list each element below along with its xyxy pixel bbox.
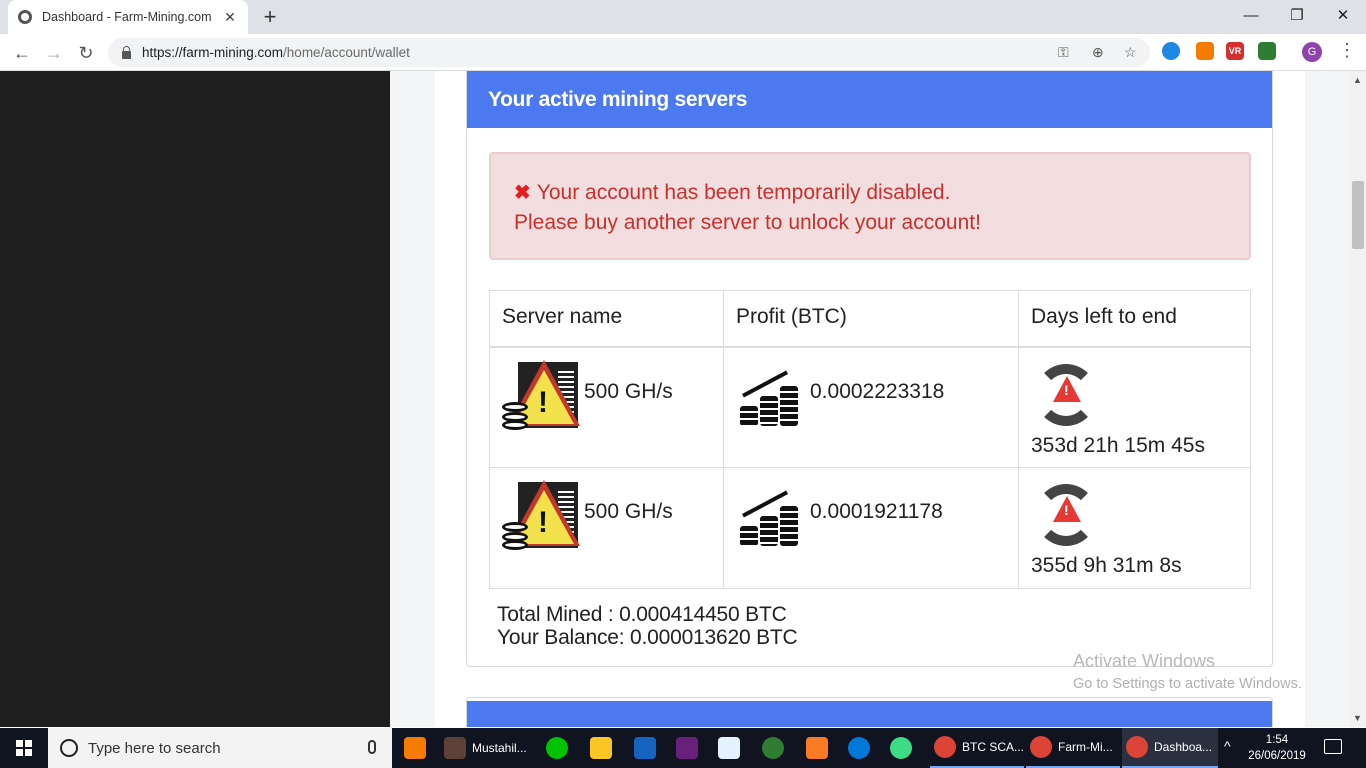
- profit-coins-icon: [736, 368, 798, 426]
- taskbar-item-mustahil[interactable]: Mustahil...: [444, 728, 527, 768]
- edge-taskbar-icon[interactable]: [848, 728, 876, 768]
- sidebar-dark-area: [0, 71, 390, 727]
- error-x-icon: ✖: [514, 182, 531, 204]
- profit-cell: 0.0001921178: [723, 467, 1019, 589]
- reload-icon[interactable]: ↻: [74, 41, 98, 65]
- activate-windows-title: Activate Windows: [1073, 651, 1216, 671]
- page-viewport: Your active mining servers ✖ Your account…: [0, 71, 1350, 727]
- url-path: /home/account/wallet: [283, 45, 410, 60]
- days-left-cell: ! 355d 9h 31m 8s: [1018, 467, 1251, 589]
- profit-coins-icon: [736, 488, 798, 546]
- taskbar-item-label: Mustahil...: [472, 741, 527, 755]
- store-taskbar-icon[interactable]: [634, 728, 662, 768]
- scroll-thumb[interactable]: [1352, 181, 1364, 249]
- bookmark-star-icon[interactable]: ☆: [1124, 44, 1137, 61]
- totals-summary: Total Mined : 0.000414450 BTC Your Balan…: [497, 603, 798, 649]
- browser-tab-dashboard[interactable]: Dashboard - Farm-Mining.com ✕: [8, 0, 248, 34]
- alert-line-2: Please buy another server to unlock your…: [514, 211, 981, 234]
- new-tab-icon[interactable]: +: [258, 4, 282, 30]
- renew-warning-icon: !: [1031, 482, 1105, 548]
- taskbar-item-label: BTC SCA...: [962, 740, 1025, 754]
- taskbar-item-farm-mining[interactable]: Farm-Mi...: [1026, 728, 1120, 768]
- xampp-taskbar-icon[interactable]: [806, 728, 834, 768]
- extension-4-icon[interactable]: [1258, 42, 1276, 60]
- server-warning-icon: !: [502, 359, 580, 432]
- panel-title: Your active mining servers: [467, 71, 1272, 128]
- profit-value: 0.0001921178: [810, 500, 943, 523]
- server-warning-icon: !: [502, 480, 580, 552]
- browser-toolbar: ← → ↻ https://farm-mining.com/home/accou…: [0, 34, 1366, 71]
- microphone-icon[interactable]: [368, 740, 376, 754]
- taskbar-clock[interactable]: 1:54 26/06/2019: [1246, 732, 1308, 764]
- back-icon[interactable]: ←: [10, 41, 34, 65]
- next-panel: [466, 697, 1273, 727]
- tab-close-icon[interactable]: ✕: [222, 9, 238, 26]
- visual-studio-taskbar-icon[interactable]: [676, 728, 704, 768]
- window-close-icon[interactable]: ✕: [1320, 0, 1366, 30]
- mining-servers-panel: Your active mining servers ✖ Your account…: [466, 71, 1273, 667]
- line-taskbar-icon[interactable]: [546, 728, 574, 768]
- account-disabled-alert: ✖ Your account has been temporarily disab…: [489, 152, 1251, 260]
- table-header-row: Server name Profit (BTC) Days left to en…: [489, 290, 1251, 348]
- cortana-icon: [60, 739, 78, 757]
- site-favicon-icon: [18, 10, 32, 24]
- lock-icon: [122, 45, 131, 59]
- server-hashrate: 500 GH/s: [584, 379, 673, 403]
- days-left-cell: ! 353d 21h 15m 45s: [1018, 346, 1251, 468]
- notifications-icon[interactable]: [1324, 739, 1342, 754]
- servers-table: Server name Profit (BTC) Days left to en…: [489, 290, 1251, 589]
- taskbar-search[interactable]: Type here to search: [48, 728, 392, 768]
- restore-icon[interactable]: ❐: [1274, 0, 1320, 30]
- extension-vr-icon[interactable]: VR: [1226, 42, 1244, 60]
- activate-windows-hint: Go to Settings to activate Windows.: [1073, 676, 1302, 692]
- scroll-down-icon[interactable]: ▼: [1353, 713, 1362, 723]
- taskbar-item-label: Dashboa...: [1154, 740, 1213, 754]
- taskbar-item-dashboard[interactable]: Dashboa...: [1122, 728, 1218, 768]
- globe-taskbar-icon[interactable]: [762, 728, 790, 768]
- server-cell: ! 500 GH/s: [489, 467, 724, 589]
- zoom-icon[interactable]: ⊕: [1092, 44, 1104, 61]
- taskbar-item-btc-scam[interactable]: BTC SCA...: [930, 728, 1024, 768]
- key-icon[interactable]: ⚿: [1058, 44, 1069, 61]
- tray-expand-icon[interactable]: ^: [1224, 738, 1231, 754]
- extension-2-icon[interactable]: [1196, 42, 1214, 60]
- clock-date: 26/06/2019: [1248, 750, 1306, 762]
- total-mined: Total Mined : 0.000414450 BTC: [497, 603, 787, 626]
- your-balance: Your Balance: 0.000013620 BTC: [497, 626, 798, 649]
- extension-1-icon[interactable]: [1162, 42, 1180, 60]
- server-hashrate: 500 GH/s: [584, 500, 673, 523]
- profile-avatar[interactable]: G: [1302, 42, 1322, 62]
- address-bar[interactable]: https://farm-mining.com/home/account/wal…: [108, 38, 1150, 67]
- page-scrollbar[interactable]: ▲ ▼: [1350, 71, 1366, 727]
- alert-line-1: Your account has been temporarily disabl…: [536, 181, 951, 204]
- table-row: ! 500 GH/s: [489, 346, 1251, 468]
- tab-title: Dashboard - Farm-Mining.com: [42, 10, 212, 24]
- minimize-icon[interactable]: —: [1228, 0, 1274, 30]
- search-placeholder: Type here to search: [88, 739, 221, 757]
- windows-taskbar: Type here to search Mustahil... BTC SCA.…: [0, 728, 1366, 768]
- days-left-value: 355d 9h 31m 8s: [1031, 554, 1182, 577]
- col-days-left: Days left to end: [1018, 290, 1251, 348]
- server-cell: ! 500 GH/s: [489, 346, 724, 468]
- table-row: ! 500 GH/s: [489, 467, 1251, 589]
- col-server-name: Server name: [489, 290, 724, 348]
- profit-value: 0.0002223318: [810, 379, 945, 403]
- vlc-taskbar-icon[interactable]: [404, 728, 432, 768]
- browser-menu-icon[interactable]: ⋮: [1338, 40, 1356, 61]
- url-host: https://farm-mining.com: [142, 45, 284, 60]
- profit-cell: 0.0002223318: [723, 346, 1019, 468]
- android-studio-taskbar-icon[interactable]: [890, 728, 918, 768]
- taskbar-item-label: Farm-Mi...: [1058, 740, 1113, 754]
- forward-icon[interactable]: →: [42, 41, 66, 65]
- file-explorer-taskbar-icon[interactable]: [590, 728, 618, 768]
- clock-time: 1:54: [1265, 734, 1289, 746]
- renew-warning-icon: !: [1031, 362, 1105, 428]
- windows-logo-icon: [16, 740, 32, 756]
- browser-tab-strip: Dashboard - Farm-Mining.com ✕ + — ❐ ✕: [0, 0, 1366, 34]
- scroll-up-icon[interactable]: ▲: [1353, 75, 1362, 85]
- days-left-value: 353d 21h 15m 45s: [1031, 433, 1205, 457]
- col-profit: Profit (BTC): [723, 290, 1019, 348]
- news-taskbar-icon[interactable]: [718, 728, 746, 768]
- start-button[interactable]: [0, 728, 48, 768]
